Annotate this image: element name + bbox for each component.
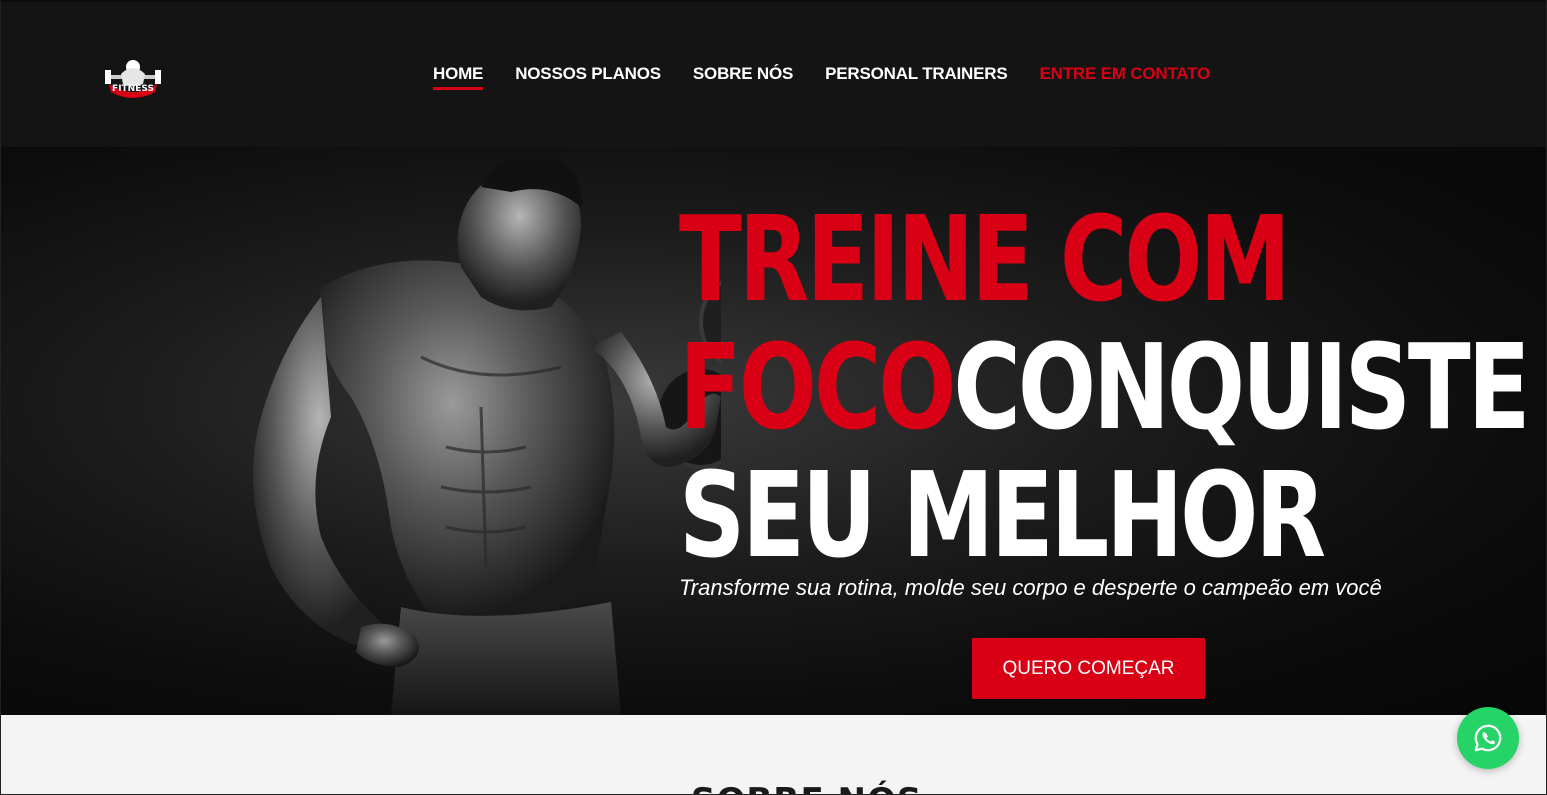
fitness-logo[interactable]: FITNESS	[101, 54, 165, 100]
headline-line-2: FOCOCONQUISTE	[679, 323, 1530, 451]
quero-comecar-button[interactable]: QUERO COMEÇAR	[972, 638, 1205, 699]
main-nav: HOME NOSSOS PLANOS SOBRE NÓS PERSONAL TR…	[433, 63, 1211, 90]
hero-section: TREINE COM FOCOCONQUISTE SEU MELHOR Tran…	[1, 147, 1546, 715]
site-header: FITNESS HOME NOSSOS PLANOS SOBRE NÓS PER…	[1, 0, 1546, 147]
headline-conquiste: CONQUISTE	[953, 318, 1530, 456]
whatsapp-button[interactable]	[1457, 707, 1519, 769]
about-title: SOBRE NÓS	[691, 781, 922, 794]
logo-icon: FITNESS	[105, 60, 161, 98]
nav-entre-em-contato[interactable]: ENTRE EM CONTATO	[1040, 63, 1211, 85]
about-section: SOBRE NÓS	[1, 715, 1546, 794]
nav-sobre-nos[interactable]: SOBRE NÓS	[693, 63, 793, 85]
hero-headline: TREINE COM FOCOCONQUISTE SEU MELHOR	[679, 190, 1530, 584]
hero-subtitle: Transforme sua rotina, molde seu corpo e…	[679, 575, 1382, 600]
hero-athlete-image	[201, 147, 721, 715]
headline-foco: FOCO	[679, 318, 957, 456]
headline-line-3: SEU MELHOR	[679, 446, 1326, 584]
svg-text:FITNESS: FITNESS	[112, 84, 154, 94]
whatsapp-icon	[1474, 724, 1502, 752]
nav-nossos-planos[interactable]: NOSSOS PLANOS	[515, 63, 661, 85]
headline-line-1: TREINE COM	[679, 190, 1291, 328]
page: FITNESS HOME NOSSOS PLANOS SOBRE NÓS PER…	[0, 0, 1547, 795]
nav-personal-trainers[interactable]: PERSONAL TRAINERS	[825, 63, 1008, 85]
nav-home[interactable]: HOME	[433, 63, 484, 90]
